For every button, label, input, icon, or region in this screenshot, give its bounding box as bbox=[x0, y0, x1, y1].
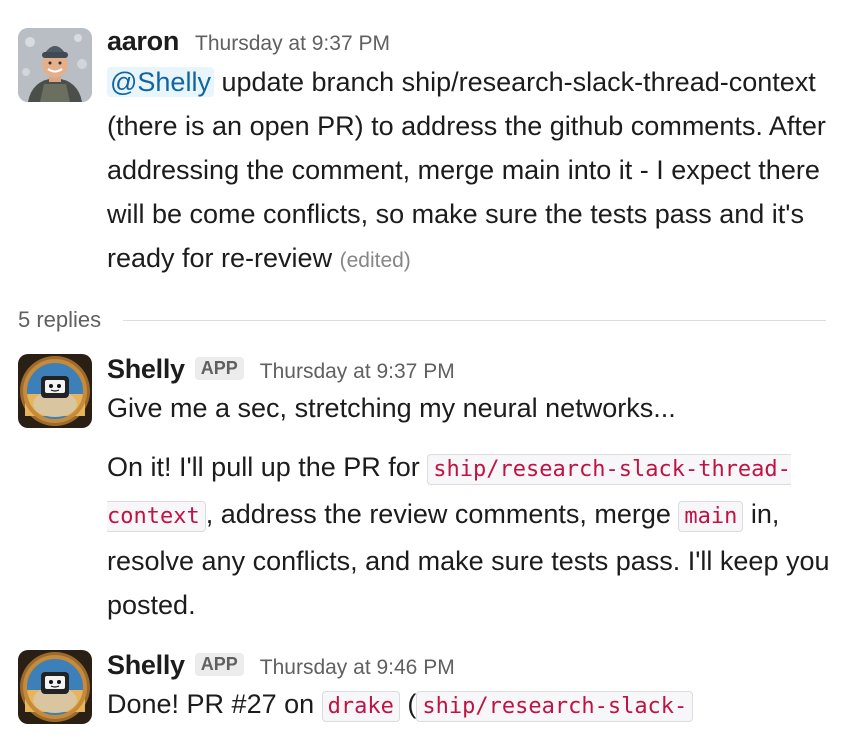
timestamp[interactable]: Thursday at 9:46 PM bbox=[260, 656, 455, 680]
replies-count: 5 replies bbox=[18, 307, 102, 332]
timestamp[interactable]: Thursday at 9:37 PM bbox=[195, 32, 390, 56]
message-paragraph: Give me a sec, stretching my neural netw… bbox=[107, 393, 676, 423]
message-content: aaron Thursday at 9:37 PM @Shelly update… bbox=[107, 26, 832, 283]
edited-label: (edited) bbox=[339, 249, 411, 272]
message-header: aaron Thursday at 9:37 PM bbox=[107, 26, 832, 57]
message-text: ( bbox=[399, 689, 417, 719]
message-content: Shelly APP Thursday at 9:46 PM Done! PR … bbox=[107, 650, 832, 729]
avatar-shelly[interactable] bbox=[18, 354, 92, 428]
author-name[interactable]: Shelly bbox=[107, 354, 185, 385]
message-text: , address the review comments, merge bbox=[205, 499, 679, 529]
message-header: Shelly APP Thursday at 9:37 PM bbox=[107, 354, 832, 385]
timestamp[interactable]: Thursday at 9:37 PM bbox=[260, 360, 455, 384]
avatar-shelly[interactable] bbox=[18, 650, 92, 724]
message-body: Done! PR #27 on drake (ship/research-sla… bbox=[107, 682, 832, 729]
author-name[interactable]: Shelly bbox=[107, 650, 185, 681]
message-body: Give me a sec, stretching my neural netw… bbox=[107, 386, 832, 627]
divider-line bbox=[123, 319, 826, 321]
message-text: update branch ship/research-slack-thread… bbox=[107, 67, 826, 273]
inline-code: drake bbox=[321, 691, 400, 722]
inline-code: main bbox=[678, 501, 744, 532]
author-name[interactable]: aaron bbox=[107, 26, 179, 57]
message-body: @Shelly update branch ship/research-slac… bbox=[107, 60, 832, 283]
inline-code: ship/research-slack- bbox=[416, 691, 694, 722]
message-text: Done! PR #27 on bbox=[107, 689, 322, 719]
message-text: On it! I'll pull up the PR for bbox=[107, 452, 428, 482]
message-header: Shelly APP Thursday at 9:46 PM bbox=[107, 650, 832, 681]
message-paragraph: On it! I'll pull up the PR for ship/rese… bbox=[107, 445, 832, 627]
message-content: Shelly APP Thursday at 9:37 PM Give me a… bbox=[107, 354, 832, 627]
user-mention[interactable]: @Shelly bbox=[107, 67, 214, 97]
app-badge: APP bbox=[194, 653, 244, 676]
app-badge: APP bbox=[194, 357, 244, 380]
avatar-aaron[interactable] bbox=[18, 28, 92, 102]
replies-divider: 5 replies bbox=[18, 305, 826, 335]
